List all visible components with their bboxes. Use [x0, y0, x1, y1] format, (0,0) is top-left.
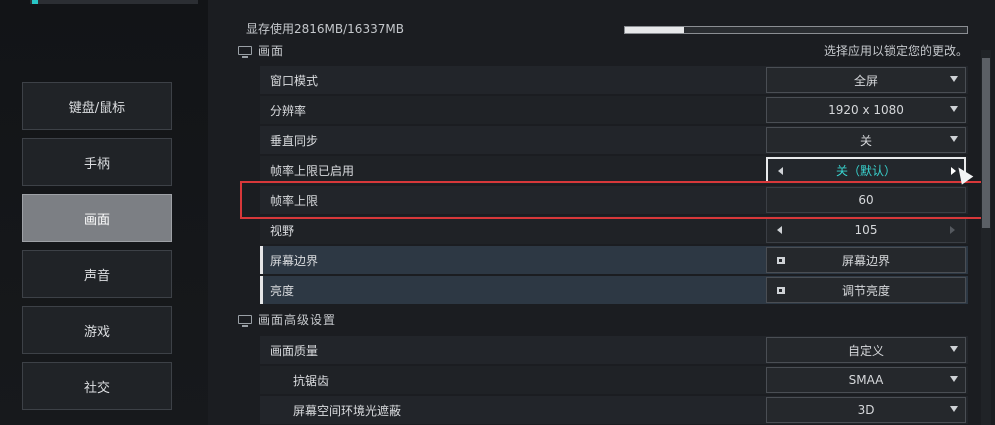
section-header-advanced: 画面高级设置 [238, 309, 968, 329]
top-tab-bar [30, 0, 198, 4]
setting-label: 窗口模式 [270, 73, 319, 88]
chevron-down-icon [950, 346, 958, 352]
setting-label: 屏幕空间环境光遮蔽 [293, 403, 402, 418]
fov-slider[interactable]: 105 [766, 217, 966, 243]
setting-label: 垂直同步 [270, 133, 319, 148]
selector-value: 关（默认） [835, 163, 896, 178]
setting-row-fov: 视野 105 [260, 216, 968, 244]
nav-item-controller[interactable]: 手柄 [22, 138, 172, 186]
settings-scrollbar[interactable] [981, 50, 991, 425]
setting-row-quality: 画面质量 自定义 [260, 336, 968, 364]
setting-label: 分辨率 [270, 103, 307, 118]
monitor-icon [238, 45, 252, 58]
highlight-annotation-box [240, 181, 983, 219]
setting-row-window-mode: 窗口模式 全屏 [260, 66, 968, 94]
setting-row-vsync: 垂直同步 关 [260, 126, 968, 154]
chevron-down-icon [950, 406, 958, 412]
settings-content: 显存使用2816MB/16337MB 画面 选择应用以锁定您的更改。 窗口模式 … [208, 0, 995, 425]
setting-label: 抗锯齿 [293, 373, 330, 388]
setting-row-fps-cap-enabled: 帧率上限已启用 关（默认） [260, 156, 968, 184]
chevron-down-icon [950, 106, 958, 112]
section-title: 画面 [258, 43, 285, 58]
open-panel-icon [777, 257, 785, 264]
ssao-dropdown[interactable]: 3D [766, 397, 966, 423]
setting-row-ssao: 屏幕空间环境光遮蔽 3D [260, 396, 968, 424]
dropdown-value: 1920 x 1080 [828, 103, 904, 117]
scrollbar-thumb[interactable] [982, 58, 990, 228]
brightness-button[interactable]: 调节亮度 [766, 277, 966, 303]
chevron-down-icon [950, 376, 958, 382]
arrow-left-icon[interactable] [778, 167, 783, 175]
setting-label: 屏幕边界 [270, 253, 319, 268]
nav-item-display[interactable]: 画面 [22, 194, 172, 242]
setting-label: 帧率上限已启用 [270, 163, 355, 178]
row-marker [260, 276, 263, 304]
settings-screen: 键盘/鼠标 手柄 画面 声音 游戏 社交 显存使用2816MB/16337MB … [0, 0, 995, 425]
nav-item-game[interactable]: 游戏 [22, 306, 172, 354]
setting-row-brightness: 亮度 调节亮度 [260, 276, 968, 304]
nav-item-keyboard-mouse[interactable]: 键盘/鼠标 [22, 82, 172, 130]
nav-item-audio[interactable]: 声音 [22, 250, 172, 298]
arrow-right-icon[interactable] [950, 226, 955, 234]
resolution-dropdown[interactable]: 1920 x 1080 [766, 97, 966, 123]
dropdown-value: 全屏 [853, 73, 878, 88]
settings-nav: 键盘/鼠标 手柄 画面 声音 游戏 社交 [0, 0, 208, 425]
dropdown-value: SMAA [848, 373, 884, 387]
button-label: 屏幕边界 [841, 253, 890, 268]
dropdown-value: 关 [859, 133, 872, 148]
section-header-display: 画面 选择应用以锁定您的更改。 [238, 40, 968, 60]
chevron-down-icon [950, 136, 958, 142]
open-panel-icon [777, 287, 785, 294]
setting-label: 视野 [270, 223, 295, 238]
top-tab-accent [32, 0, 38, 4]
setting-label: 画面质量 [270, 343, 319, 358]
screen-border-button[interactable]: 屏幕边界 [766, 247, 966, 273]
setting-row-screen-border: 屏幕边界 屏幕边界 [260, 246, 968, 274]
apply-hint: 选择应用以锁定您的更改。 [823, 43, 968, 58]
arrow-left-icon[interactable] [777, 226, 782, 234]
antialiasing-dropdown[interactable]: SMAA [766, 367, 966, 393]
vram-usage-label: 显存使用2816MB/16337MB [246, 22, 404, 36]
row-marker [260, 246, 263, 274]
vram-usage-fill [625, 27, 684, 33]
monitor-settings-icon [238, 314, 252, 327]
setting-label: 亮度 [270, 283, 295, 298]
nav-item-social[interactable]: 社交 [22, 362, 172, 410]
setting-row-resolution: 分辨率 1920 x 1080 [260, 96, 968, 124]
window-mode-dropdown[interactable]: 全屏 [766, 67, 966, 93]
fps-cap-enabled-selector[interactable]: 关（默认） [766, 157, 966, 183]
slider-value: 105 [854, 223, 878, 237]
quality-dropdown[interactable]: 自定义 [766, 337, 966, 363]
dropdown-value: 自定义 [847, 343, 884, 358]
setting-row-antialiasing: 抗锯齿 SMAA [260, 366, 968, 394]
section-title: 画面高级设置 [258, 312, 337, 327]
button-label: 调节亮度 [841, 283, 890, 298]
vsync-dropdown[interactable]: 关 [766, 127, 966, 153]
dropdown-value: 3D [857, 403, 875, 417]
chevron-down-icon [950, 76, 958, 82]
vram-usage-bar [624, 26, 968, 34]
